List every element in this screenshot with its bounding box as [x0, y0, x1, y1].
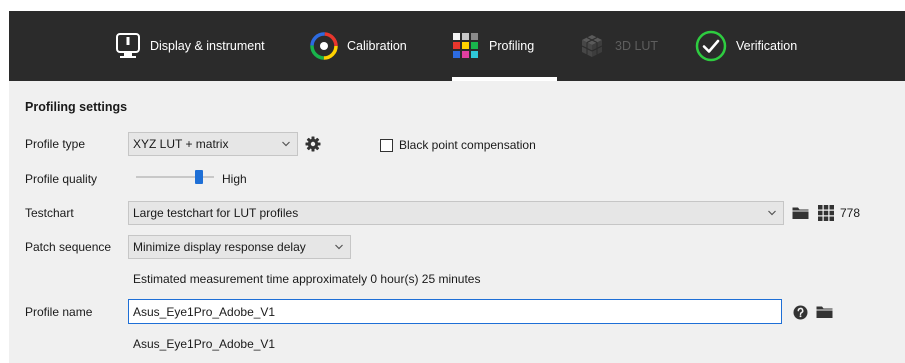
tab-label: Calibration — [347, 39, 407, 53]
display-icon — [116, 33, 140, 58]
slider-thumb[interactable] — [195, 170, 203, 184]
testchart-value: Large testchart for LUT profiles — [133, 206, 299, 220]
folder-icon[interactable] — [816, 305, 833, 319]
profile-quality-slider[interactable] — [136, 169, 216, 185]
tab-label: Profiling — [489, 39, 535, 53]
tab-profiling[interactable]: Profiling — [452, 11, 557, 81]
tab-label: 3D LUT — [615, 39, 659, 53]
lut-cube-icon — [581, 35, 603, 57]
patch-grid-icon[interactable] — [818, 205, 834, 221]
profile-quality-value: High — [222, 172, 247, 186]
black-point-compensation-label: Black point compensation — [399, 138, 536, 152]
patch-count: 778 — [840, 206, 861, 220]
tab-bar: Display & instrument Calibration Profili… — [9, 11, 905, 81]
calibration-icon — [310, 32, 338, 60]
profile-type-label: Profile type — [25, 137, 86, 151]
tab-label: Display & instrument — [150, 39, 265, 53]
profiling-settings-panel: Profiling settings Profile type XYZ LUT … — [9, 81, 905, 363]
gear-icon[interactable] — [305, 136, 321, 152]
profile-type-value: XYZ LUT + matrix — [133, 137, 229, 151]
patch-sequence-label: Patch sequence — [25, 240, 112, 254]
patch-sequence-value: Minimize display response delay — [133, 240, 306, 254]
profile-name-label: Profile name — [25, 305, 93, 319]
patch-sequence-select[interactable]: Minimize display response delay — [128, 235, 351, 259]
folder-icon[interactable] — [792, 206, 809, 220]
testchart-select[interactable]: Large testchart for LUT profiles — [128, 201, 784, 225]
profiling-grid-icon — [453, 33, 478, 58]
profile-type-select[interactable]: XYZ LUT + matrix — [128, 132, 298, 156]
profile-name-preview: Asus_Eye1Pro_Adobe_V1 — [133, 337, 276, 351]
tab-verification[interactable]: Verification — [695, 11, 797, 81]
tab-label: Verification — [736, 39, 798, 53]
chevron-down-icon — [282, 141, 290, 147]
tab-display-instrument[interactable]: Display & instrument — [115, 11, 265, 81]
black-point-compensation-checkbox[interactable]: Black point compensation — [380, 138, 536, 152]
tab-calibration[interactable]: Calibration — [310, 11, 407, 81]
profile-quality-label: Profile quality — [25, 172, 98, 186]
checkmark-circle-icon — [695, 30, 727, 62]
estimated-measurement-time: Estimated measurement time approximately… — [133, 272, 481, 286]
checkbox-box[interactable] — [380, 138, 393, 152]
chevron-down-icon — [768, 210, 776, 216]
help-icon[interactable] — [793, 305, 808, 320]
profile-name-input[interactable] — [128, 299, 782, 324]
tab-3d-lut[interactable]: 3D LUT — [578, 11, 658, 81]
section-title: Profiling settings — [25, 100, 128, 114]
chevron-down-icon — [335, 244, 343, 250]
testchart-label: Testchart — [25, 206, 74, 220]
